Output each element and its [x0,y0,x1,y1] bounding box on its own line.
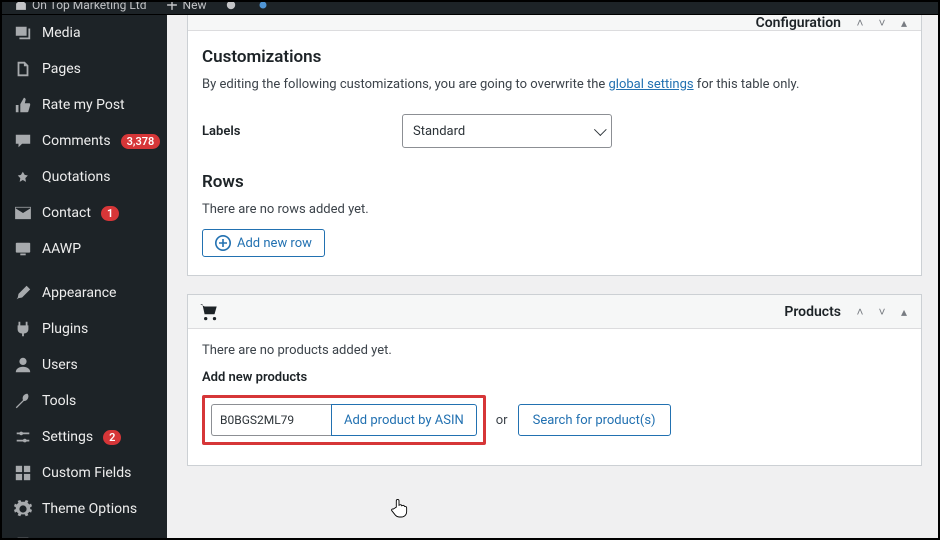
wrench-icon [14,392,32,410]
cart-icon [198,301,220,323]
media-icon [14,24,32,42]
yoast-icon [14,536,32,538]
user-icon [14,356,32,374]
comment-icon [14,132,32,150]
labels-field-label: Labels [202,124,362,139]
add-new-row-button[interactable]: Add new row [202,229,325,257]
toolbar-extra-icon-2[interactable] [256,2,270,12]
sidebar-item-label: Users [42,357,78,373]
toolbar-site-name: On Top Marketing Ltd [32,2,147,12]
sidebar-item-contact[interactable]: Contact 1 [2,195,167,231]
brush-icon [14,284,32,302]
search-for-products-button[interactable]: Search for product(s) [518,404,671,436]
triangle-up-icon[interactable]: ▴ [897,305,911,319]
sidebar-item-yoast-seo[interactable]: Yoast SEO [2,527,167,538]
customizations-heading: Customizations [202,47,907,67]
sidebar-item-comments[interactable]: Comments 3,378 [2,123,167,159]
asin-input[interactable] [211,404,331,436]
main-content: Configuration ˄ ˅ ▴ Customizations By ed… [167,15,938,538]
sidebar-item-media[interactable]: Media [2,15,167,51]
toolbar-extra-icon[interactable] [224,2,238,12]
or-separator: or [496,413,508,428]
thumbs-up-icon [14,96,32,114]
sidebar-item-label: AAWP [42,241,81,257]
sidebar-item-label: Contact [42,205,91,221]
products-empty-text: There are no products added yet. [202,343,907,358]
chevron-up-icon[interactable]: ˄ [853,16,867,30]
sliders-icon [14,428,32,446]
add-row-label: Add new row [237,236,312,251]
sidebar-item-label: Comments [42,133,111,149]
sidebar-item-label: Rate my Post [42,97,125,113]
sidebar-item-label: Pages [42,61,81,77]
sidebar-item-aawp[interactable]: AAWP [2,231,167,267]
sidebar-item-label: Media [42,25,81,41]
sidebar-item-pages[interactable]: Pages [2,51,167,87]
chevron-up-icon[interactable]: ˄ [853,305,867,319]
plug-icon [14,320,32,338]
products-panel: Products ˄ ˅ ▴ There are no products add… [187,294,922,466]
toolbar-new-label: New [183,2,207,12]
customizations-help-text: By editing the following customizations,… [202,77,907,92]
sidebar-item-custom-fields[interactable]: Custom Fields [2,455,167,491]
panel-title: Products [784,304,841,320]
toolbar-new-link[interactable]: New [165,2,207,12]
rows-empty-text: There are no rows added yet. [202,202,907,217]
sidebar-item-label: Custom Fields [42,465,131,481]
sidebar-item-label: Settings [42,429,93,445]
contact-badge: 1 [101,206,119,221]
global-settings-link[interactable]: global settings [608,77,693,92]
sidebar-item-theme-options[interactable]: Theme Options [2,491,167,527]
gear-icon [14,500,32,518]
sidebar-item-label: Yoast SEO [42,537,107,538]
pin-icon [14,168,32,186]
sidebar-item-plugins[interactable]: Plugins [2,311,167,347]
sidebar-item-users[interactable]: Users [2,347,167,383]
sidebar-item-label: Plugins [42,321,88,337]
sidebar-item-appearance[interactable]: Appearance [2,275,167,311]
mail-icon [14,204,32,222]
configuration-panel: Configuration ˄ ˅ ▴ Customizations By ed… [187,15,922,276]
comments-badge: 3,378 [121,134,161,149]
pages-icon [14,60,32,78]
labels-select[interactable]: Standard [402,114,612,148]
toolbar-site-link[interactable]: On Top Marketing Ltd [14,2,147,12]
add-product-by-asin-button[interactable]: Add product by ASIN [331,404,477,436]
chevron-down-icon[interactable]: ˅ [875,16,889,30]
rows-heading: Rows [202,172,907,192]
settings-badge: 2 [103,430,121,445]
sidebar-item-label: Appearance [42,285,116,301]
sidebar-item-settings[interactable]: Settings 2 [2,419,167,455]
panel-title: Configuration [756,15,841,31]
add-products-heading: Add new products [202,370,907,385]
highlight-annotation: Add product by ASIN [202,395,486,445]
sidebar-item-tools[interactable]: Tools [2,383,167,419]
admin-sidebar: Media Pages Rate my Post Comments 3,378 … [2,15,167,538]
panel-header: Configuration ˄ ˅ ▴ [188,15,921,31]
grid-icon [14,464,32,482]
screen-icon [14,240,32,258]
sidebar-item-label: Theme Options [42,501,137,517]
plus-circle-icon [215,235,231,251]
sidebar-item-quotations[interactable]: Quotations [2,159,167,195]
panel-header: Products ˄ ˅ ▴ [188,295,921,329]
sidebar-item-rate-my-post[interactable]: Rate my Post [2,87,167,123]
sidebar-item-label: Tools [42,393,76,409]
chevron-down-icon[interactable]: ˅ [875,305,889,319]
sidebar-item-label: Quotations [42,169,110,185]
triangle-up-icon[interactable]: ▴ [897,16,911,30]
admin-toolbar: On Top Marketing Ltd New [2,2,938,15]
